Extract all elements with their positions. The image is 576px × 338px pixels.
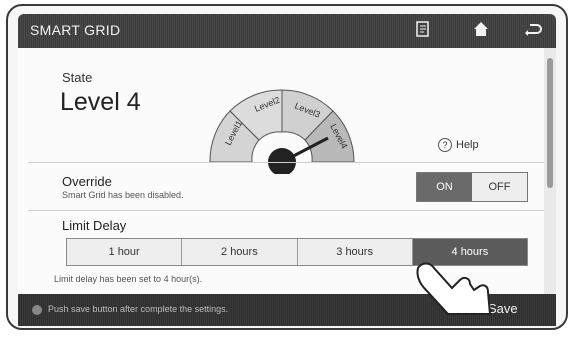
state-value: Level 4 (60, 88, 141, 116)
note-icon[interactable] (412, 20, 434, 42)
scrollbar-thumb[interactable] (547, 58, 553, 188)
page-title: SMART GRID (30, 22, 121, 38)
state-label: State (62, 70, 93, 85)
title-bar: SMART GRID (18, 14, 556, 48)
hand-pointer-icon (416, 262, 492, 315)
help-label: Help (456, 139, 479, 151)
limit-option-3-hours[interactable]: 3 hours (297, 239, 413, 265)
home-icon[interactable] (470, 20, 492, 42)
override-title: Override (62, 174, 112, 189)
help-link[interactable]: ? Help (438, 138, 479, 152)
limit-delay-title: Limit Delay (62, 218, 127, 233)
scrollbar[interactable] (544, 48, 556, 294)
override-subtitle: Smart Grid has been disabled. (62, 190, 184, 200)
question-icon: ? (438, 138, 452, 152)
gauge-hub (268, 148, 296, 174)
back-icon[interactable] (522, 20, 544, 42)
override-off-button[interactable]: OFF (472, 173, 527, 201)
limit-option-2-hours[interactable]: 2 hours (182, 239, 298, 265)
divider (28, 162, 544, 163)
level-gauge: Level1 Level2 Level3 Level4 (209, 89, 355, 174)
info-icon (32, 305, 42, 315)
limit-option-1-hour[interactable]: 1 hour (67, 239, 183, 265)
divider (28, 210, 544, 211)
override-on-button[interactable]: ON (417, 173, 472, 201)
override-toggle[interactable]: ON OFF (416, 172, 528, 202)
bottom-message: Push save button after complete the sett… (48, 304, 229, 314)
limit-delay-message: Limit delay has been set to 4 hour(s). (54, 274, 203, 284)
